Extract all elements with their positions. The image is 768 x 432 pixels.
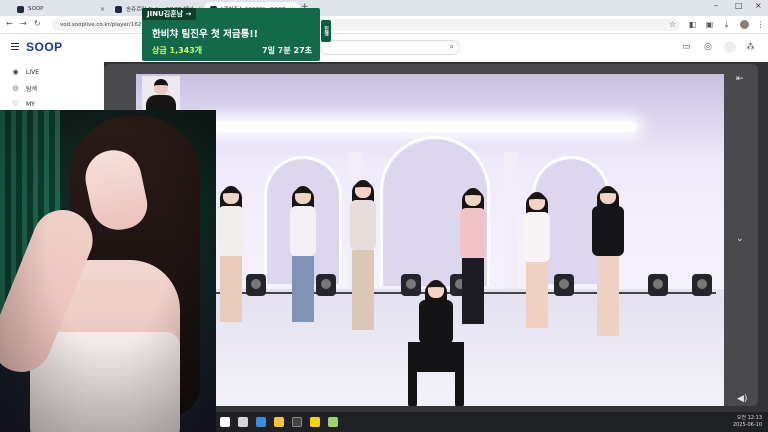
dancer xyxy=(216,186,246,356)
heart-icon: ♡ xyxy=(12,100,19,108)
chrome-app-icon[interactable] xyxy=(256,417,266,427)
sidebar-item-label: MY xyxy=(26,100,35,108)
apps-grid-icon[interactable]: ⁂ xyxy=(746,42,755,52)
browser-toolbar: ← → ↻ vod.sooplive.co.kr/player/16254 ☆ … xyxy=(0,16,768,34)
soop-favicon-icon xyxy=(17,5,24,13)
bookmark-star-icon[interactable]: ☆ xyxy=(668,20,677,29)
dancer xyxy=(456,188,490,324)
soop-favicon-icon xyxy=(115,5,122,13)
sidebar-item-my[interactable]: ♡ MY xyxy=(11,98,35,110)
explore-icon: ◎ xyxy=(12,84,19,92)
clock-date: 2025-06-10 xyxy=(732,422,762,428)
stage-light xyxy=(648,274,668,296)
user-avatar[interactable] xyxy=(724,41,736,53)
maximize-icon[interactable]: □ xyxy=(735,1,743,10)
search-input[interactable]: ⌕ xyxy=(320,40,460,55)
os-taskbar: 오전 12:13 2025-06-10 xyxy=(216,412,768,432)
stage-light xyxy=(554,274,574,296)
sidebar-item-explore[interactable]: ◎ 탐색 xyxy=(11,82,37,94)
clock-time: 오전 12:13 xyxy=(736,415,762,421)
player-exit-icon[interactable]: ⇤ xyxy=(736,74,744,84)
soop-logo[interactable]: SOOP xyxy=(26,40,63,54)
donor-name: JINU김훈남 → xyxy=(142,8,197,20)
dancer xyxy=(286,186,320,326)
start-icon[interactable] xyxy=(220,417,230,427)
tab-label: SOOP xyxy=(28,6,44,12)
video-player[interactable] xyxy=(136,74,724,406)
notification-icon[interactable]: ◎ xyxy=(704,42,712,52)
stage-light xyxy=(246,274,266,296)
profile-avatar[interactable] xyxy=(740,20,749,29)
sidebar-item-label: 탐색 xyxy=(26,85,38,93)
download-icon[interactable]: ⤓ xyxy=(722,20,731,29)
folder-app-icon[interactable] xyxy=(274,417,284,427)
chrome-menu-icon[interactable]: ⋮ xyxy=(756,20,765,29)
donation-message: 한비챠 팀진우 첫 저금통!! xyxy=(152,29,258,40)
sidebar-item-label: LIVE xyxy=(26,68,40,76)
reload-icon[interactable]: ↻ xyxy=(34,19,41,28)
extensions-icon[interactable]: ◧ xyxy=(688,20,697,29)
hamburger-menu-icon[interactable] xyxy=(11,43,19,50)
dancer xyxy=(520,192,554,342)
notes-app-icon[interactable] xyxy=(328,417,338,427)
screen: SOOP × 송쥬르미 Cafe : SOOP 채널 × [캐치주스 10000… xyxy=(0,0,768,432)
broadcast-start-icon[interactable]: ▭ xyxy=(682,42,691,52)
clock: 오전 12:13 2025-06-10 xyxy=(733,415,762,429)
ceiling-light xyxy=(206,122,636,132)
site-header: SOOP ⌕ ▭ ◎ ⁂ xyxy=(0,34,768,62)
wall-pillar xyxy=(504,152,518,292)
back-icon[interactable]: ← xyxy=(6,19,13,28)
left-sidebar: ◉ LIVE ◎ 탐색 ♡ MY xyxy=(0,62,104,112)
browser-tab-strip: SOOP × 송쥬르미 Cafe : SOOP 채널 × [캐치주스 10000… xyxy=(0,0,768,16)
dancer xyxy=(346,180,380,340)
side-panel-icon[interactable]: ▣ xyxy=(705,20,714,29)
volume-icon[interactable]: ◀) xyxy=(737,394,747,404)
progress-badge: 진행 xyxy=(321,20,331,42)
url-text: vod.sooplive.co.kr/player/16254 xyxy=(60,22,149,28)
donation-amount: 상금 1,343개 xyxy=(152,46,203,55)
donation-alert: JINU김훈남 → 한비챠 팀진우 첫 저금통!! 상금 1,343개 7일 7… xyxy=(142,8,320,61)
vignette xyxy=(0,110,216,432)
player-next-chevron-icon[interactable]: ⌄ xyxy=(736,234,744,244)
search-icon[interactable] xyxy=(238,417,248,427)
search-icon[interactable]: ⌕ xyxy=(450,42,454,52)
broadcast-icon: ◉ xyxy=(12,68,19,76)
donor-profile-image xyxy=(142,76,180,110)
donation-timer: 7일 7분 27초 xyxy=(262,46,312,55)
settings-app-icon[interactable] xyxy=(292,417,302,427)
forward-icon[interactable]: → xyxy=(20,19,27,28)
dancer xyxy=(588,186,628,366)
kakaotalk-app-icon[interactable] xyxy=(310,417,320,427)
window-close-icon[interactable]: × xyxy=(755,1,762,10)
stage-light xyxy=(692,274,712,296)
seated-dancer xyxy=(406,280,466,406)
minimize-icon[interactable]: – xyxy=(714,1,718,10)
sidebar-item-live[interactable]: ◉ LIVE xyxy=(11,66,39,78)
close-tab-icon[interactable]: × xyxy=(100,6,105,13)
tab-soop[interactable]: SOOP × xyxy=(12,2,110,16)
webcam-overlay xyxy=(0,110,216,432)
